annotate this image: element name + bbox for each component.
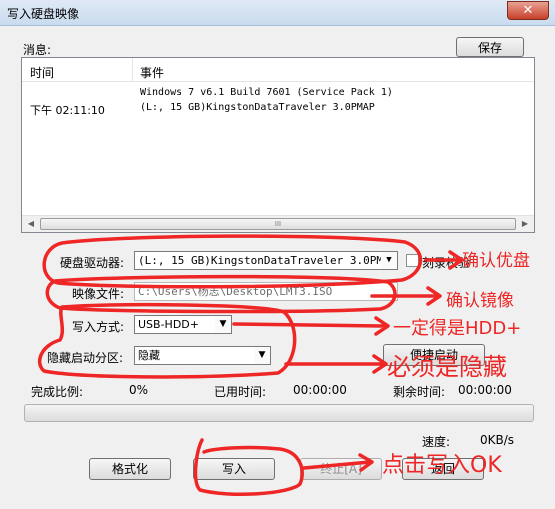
horizontal-scrollbar[interactable]: ◀ III ▶ — [22, 215, 534, 232]
elapsed-label: 已用时间: — [214, 385, 267, 399]
hide-partition-value: 隐藏 — [138, 349, 160, 362]
hide-partition-label: 隐藏启动分区: — [47, 351, 124, 365]
image-file-label: 映像文件: — [72, 287, 125, 301]
close-button[interactable]: ✕ — [507, 1, 549, 20]
message-log[interactable]: 时间 事件 Windows 7 v6.1 Build 7601 (Service… — [21, 57, 535, 233]
annotation-must-hdd: 一定得是HDD+ — [393, 318, 522, 339]
drive-select-value: (L:, 15 GB)KingstonDataTraveler 3.0PMAP — [138, 254, 397, 267]
write-method-label: 写入方式: — [72, 320, 125, 334]
scroll-right-icon[interactable]: ▶ — [519, 219, 531, 229]
hide-partition-select[interactable]: 隐藏 ▼ — [134, 346, 271, 365]
annotation-must-hide: 必须是隐藏 — [387, 353, 507, 381]
column-header-time[interactable]: 时间 — [30, 64, 54, 81]
image-file-field[interactable]: C:\Users\杨志\Desktop\LMT3.ISO — [134, 282, 398, 301]
scroll-thumb[interactable]: III — [40, 218, 516, 230]
title-bar: 写入硬盘映像 ✕ — [0, 0, 555, 26]
log-event-1: Windows 7 v6.1 Build 7601 (Service Pack … — [140, 87, 393, 98]
window-title: 写入硬盘映像 — [7, 7, 80, 21]
elapsed-value: 00:00:00 — [293, 383, 347, 397]
arrow-method — [232, 316, 390, 336]
annotation-click-write: 点击写入OK — [382, 453, 502, 478]
remaining-value: 00:00:00 — [458, 383, 512, 397]
annotation-confirm-image: 确认镜像 — [446, 291, 514, 311]
chevron-down-icon: ▼ — [215, 316, 231, 333]
drive-label: 硬盘驱动器: — [60, 256, 125, 270]
chevron-down-icon: ▼ — [254, 347, 270, 364]
complete-label: 完成比例: — [31, 385, 84, 399]
remaining-label: 剩余时间: — [393, 385, 446, 399]
scroll-left-icon[interactable]: ◀ — [25, 219, 37, 229]
log-event-2: (L:, 15 GB)KingstonDataTraveler 3.0PMAP — [140, 102, 375, 113]
progress-bar — [24, 404, 534, 422]
annotation-confirm-drive: 确认优盘 — [462, 251, 530, 271]
complete-value: 0% — [129, 383, 149, 397]
log-header: 时间 事件 — [22, 58, 534, 82]
write-method-select[interactable]: USB-HDD+ ▼ — [134, 315, 232, 334]
log-time-2: 下午 02:11:10 — [30, 104, 105, 117]
drive-select[interactable]: (L:, 15 GB)KingstonDataTraveler 3.0PMAP … — [134, 251, 398, 270]
stop-button[interactable]: 终止[A] — [300, 458, 382, 480]
write-button[interactable]: 写入 — [193, 458, 275, 480]
messages-label: 消息: — [23, 43, 52, 57]
arrow-hide — [284, 354, 388, 374]
speed-value: 0KB/s — [480, 433, 515, 447]
verify-checkbox[interactable] — [406, 254, 419, 267]
column-header-event[interactable]: 事件 — [140, 64, 164, 81]
chevron-down-icon: ▼ — [381, 252, 397, 269]
save-button[interactable]: 保存 — [456, 37, 524, 57]
write-method-value: USB-HDD+ — [138, 318, 199, 331]
format-button[interactable]: 格式化 — [89, 458, 171, 480]
close-icon: ✕ — [522, 3, 534, 18]
